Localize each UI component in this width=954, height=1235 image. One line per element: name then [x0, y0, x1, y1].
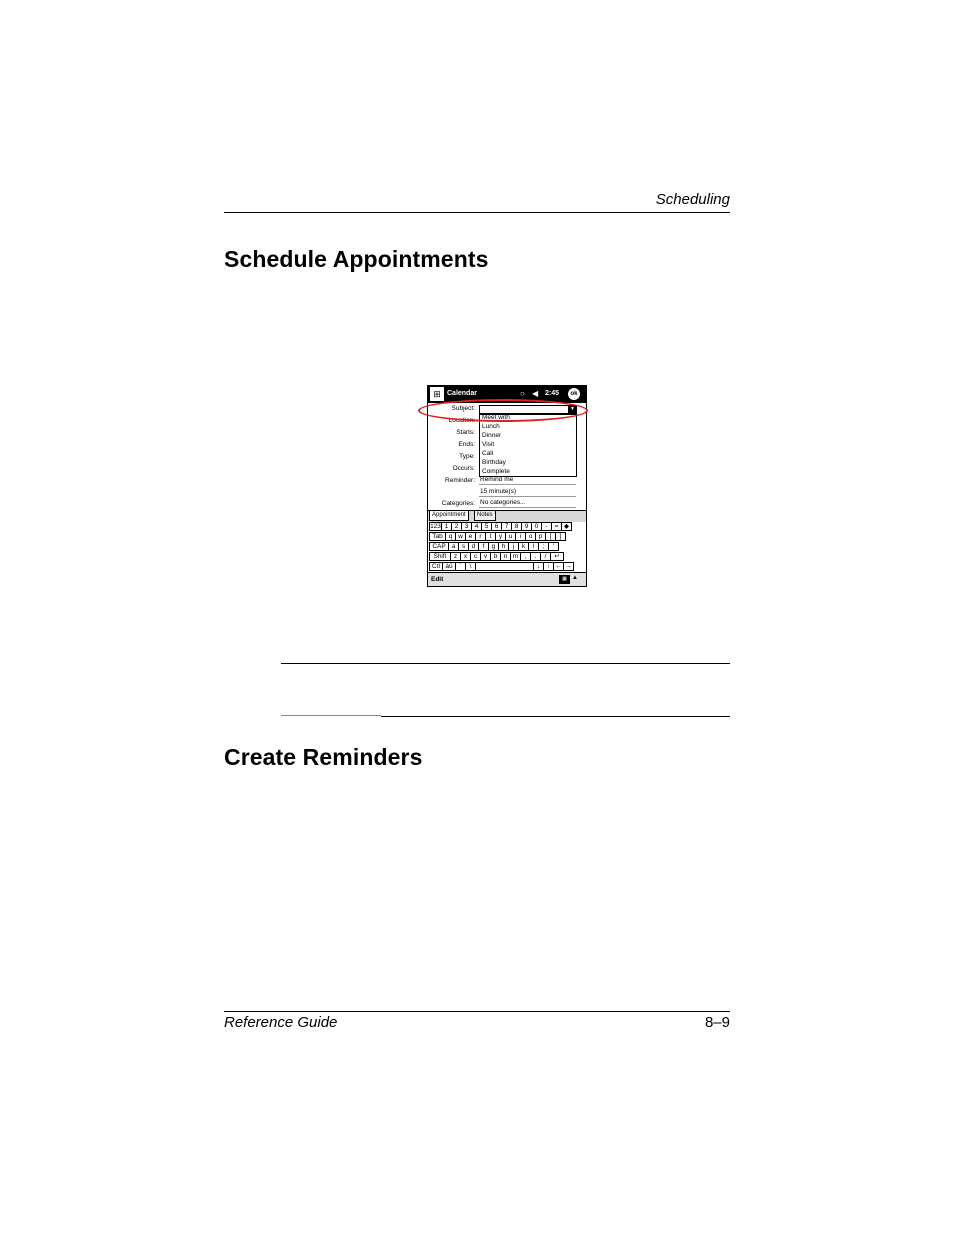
categories-label: Categories: — [441, 500, 475, 507]
reminder-underline — [479, 484, 576, 485]
occurs-label: Occurs: — [452, 465, 475, 472]
categories-underline — [479, 507, 576, 508]
ends-label: Ends: — [458, 441, 475, 448]
running-head: Scheduling — [655, 191, 730, 208]
keyboard-row-5: Ctl áü ` \ ↓ ↑ ← → — [429, 562, 574, 572]
footer-book-title: Reference Guide — [224, 1014, 338, 1031]
note-bottom-rule-faint — [281, 715, 381, 716]
section-title-schedule-appointments: Schedule Appointments — [224, 246, 489, 272]
backspace-key[interactable]: ◆ — [561, 522, 572, 531]
tab-appointment[interactable]: Appointment — [429, 511, 469, 521]
reminder-label: Reminder: — [445, 477, 475, 484]
speech-bubble-icon[interactable]: ○ — [520, 389, 525, 398]
clock-time[interactable]: 2:45 — [545, 390, 559, 397]
app-title: Calendar — [447, 390, 477, 397]
tab-bar: Appointment Notes — [428, 510, 586, 522]
reminder-value[interactable]: Remind me — [480, 476, 513, 483]
ok-button[interactable]: ok — [568, 388, 580, 400]
key[interactable]: ' — [548, 542, 559, 551]
start-menu-icon[interactable]: ⊞ — [430, 387, 444, 401]
space-key[interactable] — [475, 562, 534, 571]
starts-label: Starts: — [456, 429, 475, 436]
dropdown-item[interactable]: Lunch — [482, 423, 500, 430]
dropdown-item[interactable]: Call — [482, 450, 493, 457]
dropdown-item[interactable]: Visit — [482, 441, 494, 448]
key[interactable]: ] — [555, 532, 566, 541]
dropdown-item[interactable]: Dinner — [482, 432, 501, 439]
section-title-create-reminders: Create Reminders — [224, 744, 423, 770]
header-rule — [224, 212, 730, 213]
key[interactable]: Ctl — [429, 562, 443, 571]
footer-rule — [224, 1011, 730, 1012]
tab-notes[interactable]: Notes — [474, 511, 496, 521]
key[interactable]: áü — [442, 562, 456, 571]
menu-bar: Edit ▦ ▲ — [428, 572, 586, 586]
key[interactable]: Shift — [429, 552, 451, 561]
key[interactable]: CAP — [429, 542, 449, 551]
note-bottom-rule — [381, 716, 730, 717]
keyboard-row-3: CAP a s d f g h j k l ; ' — [429, 542, 559, 552]
categories-value[interactable]: No categories... — [480, 499, 526, 506]
dropdown-item[interactable]: Complete — [482, 468, 510, 475]
subject-highlight-ellipse — [418, 399, 588, 422]
key[interactable]: Tab — [429, 532, 446, 541]
arrow-right-key[interactable]: → — [563, 562, 574, 571]
edit-menu[interactable]: Edit — [431, 576, 443, 583]
keyboard-row-1: 123 1 2 3 4 5 6 7 8 9 0 - = ◆ — [429, 522, 572, 532]
page-number: 8–9 — [704, 1014, 730, 1031]
reminder-minutes[interactable]: 15 minute(s) — [480, 488, 516, 495]
keyboard-row-4: Shift z x c v b n m , . / ↵ — [429, 552, 564, 562]
dropdown-item[interactable]: Birthday — [482, 459, 506, 466]
subject-dropdown[interactable]: Meet with Lunch Dinner Visit Call Birthd… — [479, 414, 577, 477]
keyboard-icon[interactable]: ▦ — [559, 575, 570, 584]
minutes-underline — [479, 496, 576, 497]
keyboard-row-2: Tab q w e r t y u i o p [ ] — [429, 532, 566, 542]
note-top-rule — [281, 663, 730, 664]
type-label: Type: — [459, 453, 475, 460]
speaker-icon[interactable]: ◀ — [532, 389, 538, 398]
input-arrow-icon[interactable]: ▲ — [572, 575, 578, 581]
enter-key[interactable]: ↵ — [550, 552, 564, 561]
